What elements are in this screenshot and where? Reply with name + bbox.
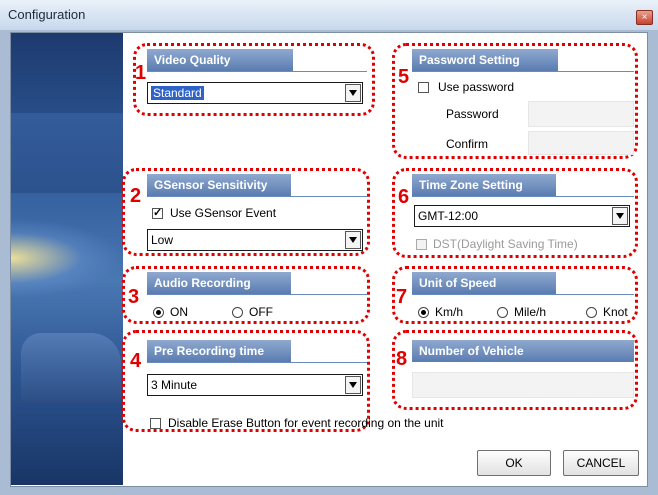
confirm-label: Confirm [446,137,489,151]
header-underline [412,294,634,295]
time-zone-value: GMT-12:00 [418,209,479,223]
use-gsensor-checkbox[interactable] [152,206,163,219]
configuration-window: Configuration × 1 Video Quality Standard… [0,0,658,495]
gsensor-select[interactable]: Low [147,229,363,251]
close-button[interactable]: × [636,10,653,25]
disable-erase-label: Disable Erase Button for event recording… [168,416,444,430]
audio-on-label: ON [170,305,188,319]
video-quality-header: Video Quality [147,49,293,71]
audio-on-radio[interactable] [153,307,164,318]
dst-label: DST(Daylight Saving Time) [433,237,578,251]
header-underline [147,196,367,197]
number-of-vehicle-header: Number of Vehicle [412,340,634,362]
pre-recording-value: 3 Minute [151,378,198,392]
header-underline [147,71,367,72]
video-quality-select[interactable]: Standard [147,82,363,104]
annotation-number-5: 5 [398,66,410,88]
chevron-down-icon[interactable] [345,84,361,102]
chevron-down-icon[interactable] [345,231,361,249]
annotation-number-7: 7 [396,286,408,308]
disable-erase-checkbox[interactable] [150,418,161,429]
annotation-number-3: 3 [128,286,140,308]
side-banner-image [11,33,123,485]
speed-knot-label: Knot [603,305,628,319]
use-password-label: Use password [438,80,515,94]
audio-off-radio[interactable] [232,307,243,318]
speed-kmh-label: Km/h [435,305,464,319]
annotation-number-4: 4 [130,350,142,372]
speed-kmh-radio[interactable] [418,307,429,318]
confirm-password-input[interactable] [528,131,634,155]
vehicle-number-input[interactable] [412,372,634,398]
time-zone-header: Time Zone Setting [412,174,556,196]
pre-recording-select[interactable]: 3 Minute [147,374,363,396]
annotation-number-1: 1 [135,62,147,84]
use-gsensor-label: Use GSensor Event [170,206,277,220]
dst-checkbox[interactable] [416,239,427,250]
audio-off-label: OFF [249,305,273,319]
time-zone-select[interactable]: GMT-12:00 [414,205,630,227]
gsensor-header: GSensor Sensitivity [147,174,291,196]
cancel-button[interactable]: CANCEL [563,450,639,476]
title-bar[interactable]: Configuration × [0,0,658,30]
ok-button[interactable]: OK [477,450,551,476]
unit-of-speed-header: Unit of Speed [412,272,556,294]
gsensor-value: Low [151,233,174,247]
password-label: Password [446,107,499,121]
chevron-down-icon[interactable] [612,207,628,225]
speed-knot-radio[interactable] [586,307,597,318]
chevron-down-icon[interactable] [345,376,361,394]
annotation-number-2: 2 [130,185,142,207]
audio-recording-header: Audio Recording [147,272,291,294]
header-underline [147,294,367,295]
speed-mileh-radio[interactable] [497,307,508,318]
header-underline [147,362,367,363]
window-title: Configuration [8,7,86,22]
speed-mileh-label: Mile/h [514,305,547,319]
pre-recording-header: Pre Recording time [147,340,291,362]
header-underline [412,196,634,197]
annotation-number-6: 6 [398,186,410,208]
password-setting-header: Password Setting [412,49,558,71]
use-password-checkbox[interactable] [418,82,429,93]
password-input[interactable] [528,101,634,127]
video-quality-value: Standard [151,86,204,100]
annotation-number-8: 8 [396,348,408,370]
header-underline [412,71,634,72]
